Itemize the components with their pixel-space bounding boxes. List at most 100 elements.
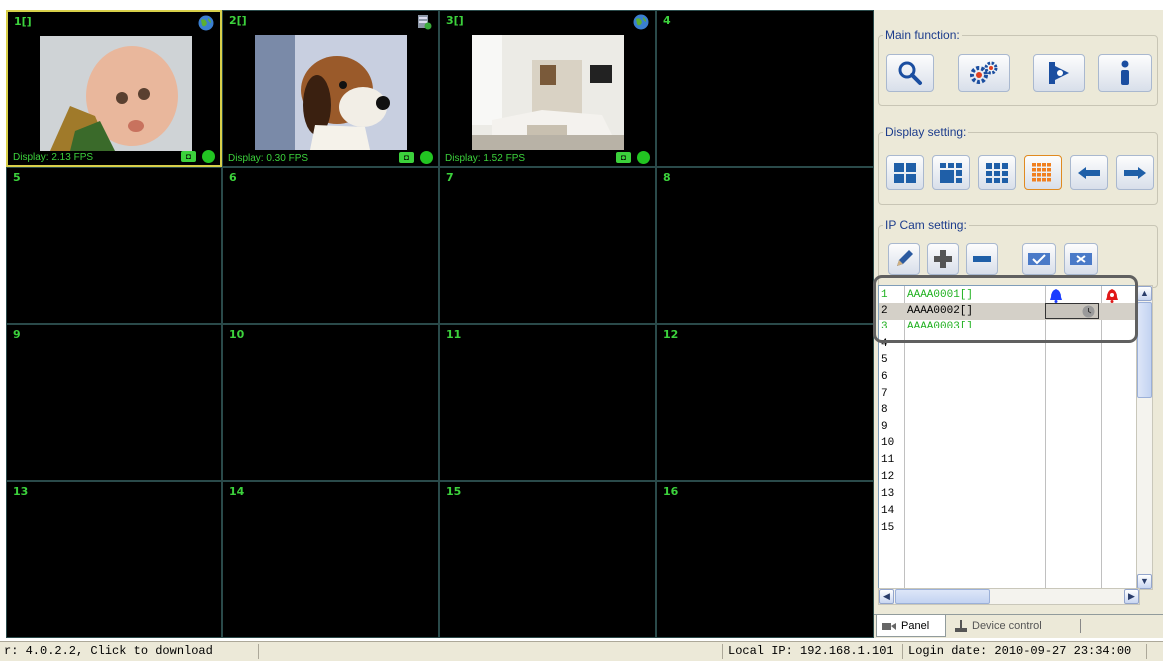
channel-number: 14 [229, 485, 245, 498]
channel-number: 7 [446, 171, 454, 184]
snapshot-icon[interactable]: ◘ [399, 152, 414, 163]
scroll-right-arrow[interactable]: ▶ [1124, 589, 1139, 604]
search-button[interactable] [886, 54, 934, 92]
vertical-scrollbar[interactable]: ▲ ▼ [1136, 285, 1153, 590]
video-cell-7[interactable]: 7 [439, 167, 656, 324]
row-number: 14 [881, 505, 895, 517]
status-online-icon [420, 151, 433, 164]
camera-list-row[interactable]: 13 [879, 486, 1139, 503]
video-cell-1[interactable]: 1[] Display: 2.13 FPS ◘ [6, 10, 222, 167]
camera-list-row[interactable]: 15 [879, 520, 1139, 537]
video-cell-2[interactable]: 2[] Display: 0.30 FPS ◘ [222, 10, 439, 167]
layout-4-button[interactable] [886, 155, 924, 190]
video-feed [255, 35, 407, 150]
schedule-cell[interactable] [1045, 303, 1099, 319]
record-button[interactable] [1033, 54, 1085, 92]
ipcam-setting-group: IP Cam setting: [878, 218, 1158, 288]
scroll-thumb[interactable] [1137, 302, 1152, 398]
status-bar: r: 4.0.2.2, Click to download Local IP: … [0, 641, 1163, 661]
channel-number: 1[] [14, 15, 32, 28]
camera-list-row[interactable]: 6 [879, 369, 1139, 386]
settings-button[interactable] [958, 54, 1010, 92]
camera-list-row[interactable]: 12 [879, 469, 1139, 486]
add-camera-button[interactable] [927, 243, 959, 275]
horizontal-scrollbar[interactable]: ◀ ▶ [878, 588, 1140, 605]
remove-camera-button[interactable] [966, 243, 998, 275]
row-number: 4 [881, 338, 888, 350]
camera-list-row[interactable]: 9 [879, 419, 1139, 436]
row-number: 5 [881, 354, 888, 366]
video-cell-3[interactable]: 3[] Display: 1.52 FPS ◘ [439, 10, 656, 167]
disconnect-camera-button[interactable] [1064, 243, 1098, 275]
scroll-up-arrow[interactable]: ▲ [1137, 286, 1152, 301]
camera-list-row[interactable]: 10 [879, 435, 1139, 452]
camera-list[interactable]: 1 AAAA0001[] 2 AAAA0002[] 3 AAAA0003[] 4 5 6 7 8 9 1… [878, 285, 1140, 590]
video-cell-13[interactable]: 13 [6, 481, 222, 638]
search-icon [898, 61, 922, 85]
alarm-bell-blue-icon[interactable] [1049, 288, 1063, 303]
edit-camera-button[interactable] [888, 243, 920, 275]
video-cell-5[interactable]: 5 [6, 167, 222, 324]
layout-9-icon [940, 162, 962, 183]
connect-camera-button[interactable] [1022, 243, 1056, 275]
camera-list-row[interactable]: 2 AAAA0002[] [879, 303, 1139, 320]
camera-list-row[interactable]: 7 [879, 386, 1139, 403]
video-grid: 1[] Display: 2.13 FPS ◘ 2[] Display: 0.30 FP… [6, 10, 874, 638]
version-download-link[interactable]: r: 4.0.2.2, Click to download [0, 642, 258, 661]
row-number: 7 [881, 388, 888, 400]
video-feed [40, 36, 192, 151]
status-divider [722, 644, 723, 659]
video-cell-8[interactable]: 8 [656, 167, 874, 324]
row-number: 10 [881, 437, 895, 449]
camera-list-row[interactable]: 4 [879, 336, 1139, 353]
main-function-label: Main function: [885, 28, 960, 42]
tab-device-control[interactable]: Device control [948, 615, 1078, 637]
next-page-button[interactable] [1116, 155, 1154, 190]
scroll-left-arrow[interactable]: ◀ [879, 589, 894, 604]
info-button[interactable] [1098, 54, 1152, 92]
snapshot-icon[interactable]: ◘ [181, 151, 196, 162]
channel-number: 13 [13, 485, 29, 498]
row-number: 11 [881, 454, 895, 466]
camera-list-row[interactable]: 8 [879, 402, 1139, 419]
video-cell-15[interactable]: 15 [439, 481, 656, 638]
tab-panel-label: Panel [901, 620, 930, 632]
scroll-thumb-horizontal[interactable] [895, 589, 990, 604]
snapshot-icon[interactable]: ◘ [616, 152, 631, 163]
scroll-down-arrow[interactable]: ▼ [1137, 574, 1152, 589]
camera-list-row[interactable]: 1 AAAA0001[] [879, 287, 1139, 304]
video-cell-11[interactable]: 11 [439, 324, 656, 481]
status-online-icon [637, 151, 650, 164]
record-icon [1049, 62, 1069, 84]
video-cell-4[interactable]: 4 [656, 10, 874, 167]
video-cell-9[interactable]: 9 [6, 324, 222, 481]
arrow-right-icon [1124, 166, 1146, 179]
video-cell-10[interactable]: 10 [222, 324, 439, 481]
video-cell-12[interactable]: 12 [656, 324, 874, 481]
alarm-bell-red-icon[interactable] [1105, 288, 1119, 303]
video-cell-6[interactable]: 6 [222, 167, 439, 324]
panel-tabs: Panel Device control [874, 614, 1163, 639]
layout-16-icon [986, 162, 1008, 183]
row-number: 6 [881, 371, 888, 383]
joystick-icon [955, 620, 967, 632]
camera-list-row[interactable]: 14 [879, 503, 1139, 520]
status-online-icon [202, 150, 215, 163]
dog-photo [255, 35, 407, 150]
video-cell-16[interactable]: 16 [656, 481, 874, 638]
layout-16-button[interactable] [978, 155, 1016, 190]
video-cell-14[interactable]: 14 [222, 481, 439, 638]
tab-panel[interactable]: Panel [876, 615, 946, 637]
camera-list-row[interactable]: 3 AAAA0003[] [879, 319, 1139, 333]
status-divider [258, 644, 259, 659]
camera-list-row[interactable]: 5 [879, 352, 1139, 369]
camera-name: AAAA0001[] [907, 289, 974, 301]
camera-list-row[interactable]: 11 [879, 452, 1139, 469]
layout-25-button[interactable] [1024, 155, 1062, 190]
fps-label: Display: 0.30 FPS [228, 153, 309, 164]
layout-9-button[interactable] [932, 155, 970, 190]
previous-page-button[interactable] [1070, 155, 1108, 190]
channel-number: 3[] [446, 14, 464, 27]
row-number: 3 [881, 321, 888, 333]
channel-number: 8 [663, 171, 671, 184]
